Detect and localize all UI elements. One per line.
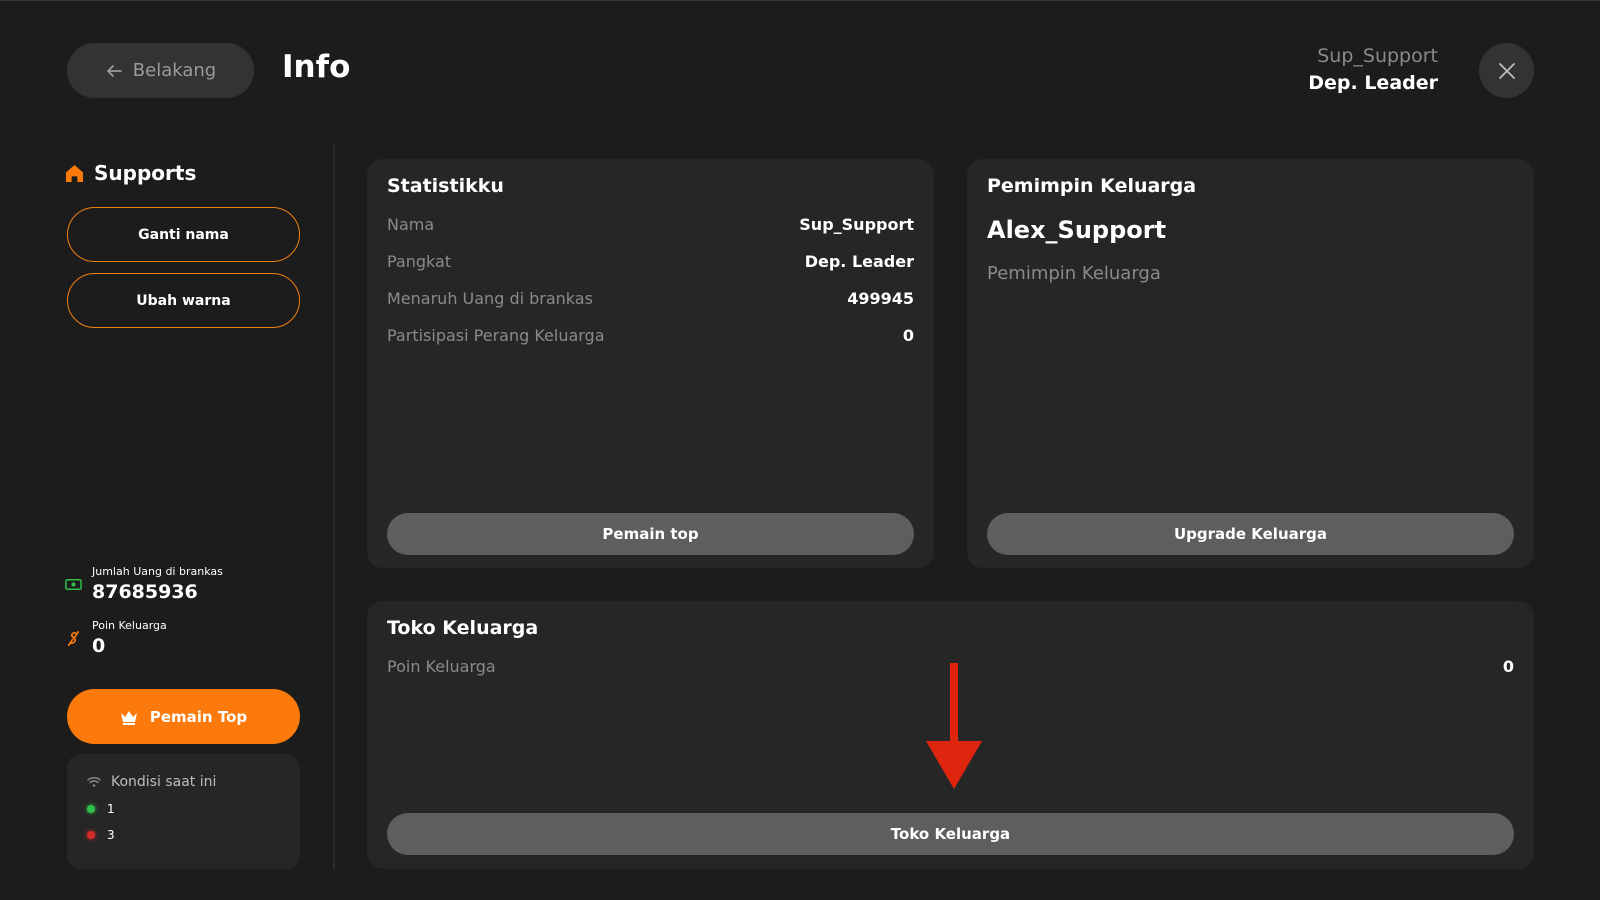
shop-points-label: Poin Keluarga bbox=[387, 657, 496, 676]
shop-card-title: Toko Keluarga bbox=[387, 617, 539, 639]
family-points: Poin Keluarga 0 bbox=[65, 618, 167, 659]
stat-row-name: Nama Sup_Support bbox=[387, 215, 914, 234]
top-players-card-button[interactable]: Pemain top bbox=[387, 513, 914, 555]
stat-row-deposit: Menaruh Uang di brankas 499945 bbox=[387, 289, 914, 308]
stats-card: Statistikku Nama Sup_Support Pangkat Dep… bbox=[367, 159, 934, 568]
online-status-dot bbox=[87, 805, 95, 813]
condition-online-row: 1 bbox=[87, 802, 280, 816]
stat-row-rank: Pangkat Dep. Leader bbox=[387, 252, 914, 271]
user-info: Sup_Support Dep. Leader bbox=[1308, 43, 1438, 97]
vault-money-value: 87685936 bbox=[92, 581, 198, 603]
annotation-arrow-icon bbox=[926, 663, 982, 789]
stat-value: Sup_Support bbox=[799, 215, 914, 234]
vault-money: Jumlah Uang di brankas 87685936 bbox=[65, 564, 223, 605]
condition-header: Kondisi saat ini bbox=[87, 774, 280, 790]
close-icon bbox=[1498, 62, 1515, 79]
points-icon bbox=[67, 631, 80, 646]
stat-key: Partisipasi Perang Keluarga bbox=[387, 326, 605, 345]
upgrade-family-button[interactable]: Upgrade Keluarga bbox=[987, 513, 1514, 555]
offline-status-dot bbox=[87, 831, 95, 839]
stats-card-title: Statistikku bbox=[387, 175, 504, 197]
leader-role: Pemimpin Keluarga bbox=[987, 263, 1161, 284]
condition-offline-row: 3 bbox=[87, 828, 280, 842]
change-color-button[interactable]: Ubah warna bbox=[67, 273, 300, 328]
back-button[interactable]: Belakang bbox=[67, 43, 254, 98]
stat-key: Nama bbox=[387, 215, 435, 234]
condition-offline-value: 3 bbox=[107, 828, 115, 842]
leader-card-title: Pemimpin Keluarga bbox=[987, 175, 1197, 197]
vault-money-label: Jumlah Uang di brankas bbox=[92, 565, 223, 578]
shop-points-value: 0 bbox=[1502, 657, 1514, 676]
cash-icon bbox=[65, 579, 82, 590]
page-title: Info bbox=[282, 49, 351, 85]
top-players-label: Pemain Top bbox=[149, 707, 248, 726]
condition-panel: Kondisi saat ini 1 3 bbox=[67, 754, 300, 869]
sidebar-title: Supports bbox=[94, 161, 197, 185]
sidebar-header: Supports bbox=[65, 161, 196, 185]
sidebar-divider bbox=[333, 145, 335, 869]
back-button-label: Belakang bbox=[132, 60, 217, 81]
crown-icon bbox=[120, 710, 137, 725]
home-icon bbox=[65, 164, 84, 182]
wifi-icon bbox=[87, 777, 101, 787]
top-players-button[interactable]: Pemain Top bbox=[67, 689, 300, 744]
condition-online-value: 1 bbox=[107, 802, 115, 816]
stat-value: 499945 bbox=[847, 289, 914, 308]
stat-value: Dep. Leader bbox=[804, 252, 914, 271]
rename-button[interactable]: Ganti nama bbox=[67, 207, 300, 262]
leader-card: Pemimpin Keluarga Alex_Support Pemimpin … bbox=[967, 159, 1534, 568]
arrow-left-icon bbox=[106, 64, 122, 77]
user-rank: Dep. Leader bbox=[1308, 72, 1438, 94]
stat-row-war: Partisipasi Perang Keluarga 0 bbox=[387, 326, 914, 345]
stat-value: 0 bbox=[902, 326, 914, 345]
close-button[interactable] bbox=[1479, 43, 1534, 98]
stat-key: Menaruh Uang di brankas bbox=[387, 289, 593, 308]
user-name: Sup_Support bbox=[1317, 45, 1438, 67]
leader-name: Alex_Support bbox=[987, 216, 1167, 244]
family-points-value: 0 bbox=[92, 635, 106, 657]
condition-title: Kondisi saat ini bbox=[111, 774, 217, 790]
stat-key: Pangkat bbox=[387, 252, 452, 271]
family-points-label: Poin Keluarga bbox=[92, 619, 167, 632]
family-shop-button[interactable]: Toko Keluarga bbox=[387, 813, 1514, 855]
